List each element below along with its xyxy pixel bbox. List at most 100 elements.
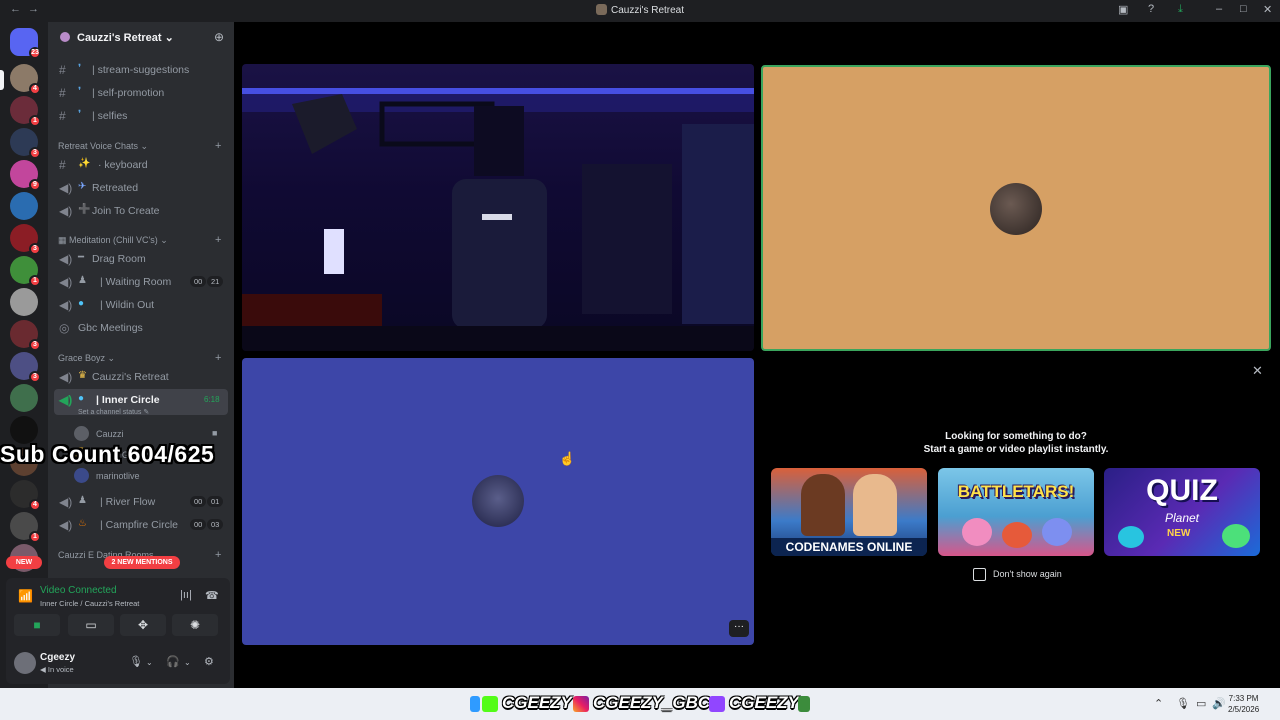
soundboard-button[interactable]: ✺ <box>172 614 218 636</box>
channel-label: | stream-suggestions <box>92 64 190 76</box>
add-channel-icon[interactable]: + <box>215 234 221 246</box>
speaker-icon: ◀) <box>59 252 73 266</box>
activity-subheading: Start a game or video playlist instantly… <box>923 444 1109 455</box>
server-header[interactable]: Cauzzi's Retreat ⌄ ⊕ <box>48 22 234 54</box>
disconnect-icon[interactable]: ☎ <box>205 589 219 602</box>
dont-show-checkbox[interactable] <box>973 568 986 581</box>
channel-self-promotion[interactable]: # ❜ | self-promotion <box>54 82 228 104</box>
channel-keyboard[interactable]: # ✨ · keyboard <box>54 154 228 176</box>
windows-start-icon[interactable] <box>470 696 480 712</box>
headphones-icon[interactable]: 🎧 <box>166 655 180 668</box>
add-channel-icon[interactable]: + <box>215 140 221 152</box>
dont-show-label[interactable]: Don't show again <box>993 569 1062 579</box>
avatar[interactable] <box>14 652 36 674</box>
unread-badge: 3 <box>29 243 41 255</box>
server-icon[interactable] <box>10 192 38 220</box>
voice-status[interactable]: Video Connected <box>40 585 117 596</box>
avatar <box>74 426 89 441</box>
category-meditation[interactable]: ▦ Meditation (Chill VC's) ⌄ + <box>58 234 221 246</box>
close-icon[interactable]: ✕ <box>1252 363 1263 379</box>
microphone-icon[interactable]: 🎙 <box>129 655 143 668</box>
server-icon[interactable]: 1 <box>10 512 41 543</box>
network-icon[interactable]: ▭ <box>1196 697 1206 710</box>
server-icon[interactable]: 4 <box>10 64 41 95</box>
inbox-icon[interactable]: ▣ <box>1118 3 1128 16</box>
chevron-up-icon[interactable]: ⌃ <box>1154 697 1163 710</box>
channel-campfire-circle[interactable]: ◀) ♨ | Campfire Circle 00 03 <box>54 514 228 536</box>
invite-icon[interactable]: ⊕ <box>214 30 224 44</box>
help-icon[interactable]: ? <box>1148 3 1154 15</box>
add-channel-icon[interactable]: + <box>215 352 221 364</box>
category-icon: ▦ <box>58 235 70 245</box>
minimize-icon[interactable]: – <box>1216 3 1222 15</box>
participant-tile[interactable] <box>761 65 1271 351</box>
new-badge[interactable]: NEW <box>6 556 42 569</box>
more-options-button[interactable]: ··· <box>729 620 749 637</box>
server-icon[interactable] <box>10 384 38 412</box>
activity-card-battletars[interactable]: BATTLETARS! <box>938 468 1094 556</box>
channel-label: | Campfire Circle <box>100 519 178 531</box>
dash-icon: ━ <box>78 252 85 263</box>
camera-feed-tile[interactable] <box>242 64 754 351</box>
server-icon[interactable] <box>10 416 38 444</box>
noise-suppression-icon[interactable]: |ıı| <box>180 589 192 601</box>
activity-card-quiz-planet[interactable]: QUIZ Planet NEW <box>1104 468 1260 556</box>
close-window-icon[interactable]: ✕ <box>1263 3 1272 16</box>
channel-gbc-meetings[interactable]: ◎ Gbc Meetings <box>54 317 228 339</box>
server-name: Cauzzi's Retreat ⌄ <box>77 32 174 44</box>
channel-drag-room[interactable]: ◀) ━ Drag Room <box>54 248 228 270</box>
channel-cauzzis-retreat[interactable]: ◀) ♛ Cauzzi's Retreat <box>54 366 228 388</box>
maximize-icon[interactable]: □ <box>1240 3 1247 15</box>
home-icon[interactable]: 23 <box>10 28 41 59</box>
channel-emoji-icon: ● <box>78 393 85 404</box>
server-icon[interactable]: 3 <box>10 224 41 255</box>
server-badge-icon <box>60 32 70 42</box>
channel-stream-suggestions[interactable]: # ❜ | stream-suggestions <box>54 59 228 81</box>
character-art <box>1002 522 1032 548</box>
server-icon[interactable]: 1 <box>10 256 41 287</box>
channel-status-prompt[interactable]: Set a channel status ✎ <box>78 408 149 416</box>
settings-gear-icon[interactable]: ⚙ <box>204 655 214 668</box>
channel-waiting-room[interactable]: ◀) ♟ | Waiting Room 00 21 <box>54 271 228 293</box>
sub-count-overlay: Sub Count 604/625 <box>0 441 215 467</box>
volume-icon[interactable]: 🔊 <box>1212 697 1226 710</box>
avatar <box>74 468 89 483</box>
category-label: Retreat Voice Chats <box>58 141 139 151</box>
participant-tile[interactable] <box>242 358 754 645</box>
activity-card-codenames[interactable]: CODENAMES ONLINE <box>771 468 927 556</box>
category-grace-boyz[interactable]: Grace Boyz ⌄ + <box>58 352 221 364</box>
server-icon[interactable]: 3 <box>10 128 41 159</box>
camera-button[interactable]: ■ <box>14 614 60 636</box>
window-title: Cauzzi's Retreat <box>610 5 685 16</box>
camera-icon: ■ <box>212 428 218 438</box>
server-icon[interactable]: 4 <box>10 480 41 511</box>
title-bar: ← → Cauzzi's Retreat ▣ ? ⤓ – □ ✕ <box>0 0 1280 22</box>
activity-card-subtitle: Planet <box>1164 511 1200 525</box>
microphone-icon[interactable]: 🎙 <box>1176 697 1190 710</box>
server-icon[interactable]: 1 <box>10 96 41 127</box>
app-icon[interactable] <box>798 696 810 712</box>
channel-selfies[interactable]: # ❜ | selfies <box>54 105 228 127</box>
server-icon[interactable]: 9 <box>10 160 41 191</box>
download-icon[interactable]: ⤓ <box>1178 3 1183 16</box>
channel-river-flow[interactable]: ◀) ♟ | River Flow 00 01 <box>54 491 228 513</box>
chevron-down-icon[interactable]: ⌄ <box>146 658 153 667</box>
new-mentions-badge[interactable]: 2 NEW MENTIONS <box>104 556 180 569</box>
category-retreat-voice[interactable]: Retreat Voice Chats ⌄ + <box>58 140 221 152</box>
channel-retreated[interactable]: ◀) ✈ Retreated <box>54 177 228 199</box>
server-icon <box>595 4 607 15</box>
system-clock[interactable]: 7:33 PM 2/5/2026 <box>1228 693 1259 715</box>
channel-wildin-out[interactable]: ◀) ● | Wildin Out <box>54 294 228 316</box>
chevron-down-icon[interactable]: ⌄ <box>184 658 191 667</box>
server-icon[interactable] <box>10 288 38 316</box>
server-icon[interactable]: 3 <box>10 320 41 351</box>
channel-join-to-create[interactable]: ◀) ➕ Join To Create <box>54 200 228 222</box>
signal-icon[interactable]: 📶 <box>18 589 33 603</box>
server-icon[interactable]: 3 <box>10 352 41 383</box>
voice-location[interactable]: Inner Circle / Cauzzi's Retreat <box>40 599 139 608</box>
add-channel-icon[interactable]: + <box>215 549 221 561</box>
activities-button[interactable]: ✥ <box>120 614 166 636</box>
screen-share-button[interactable]: ▭ <box>68 614 114 636</box>
unread-badge: 3 <box>29 339 41 351</box>
channel-label: | Wildin Out <box>100 299 155 311</box>
